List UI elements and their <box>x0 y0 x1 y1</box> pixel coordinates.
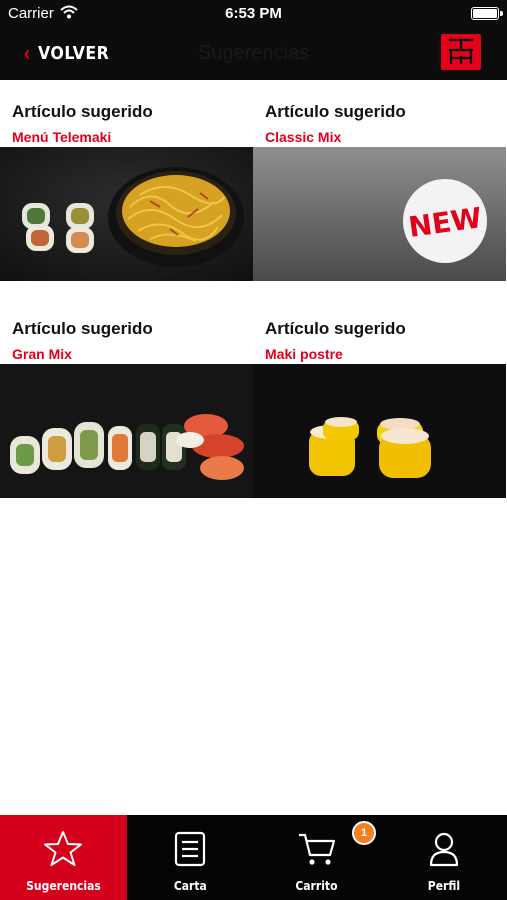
tab-label: Carta <box>173 879 207 893</box>
star-icon <box>43 829 83 869</box>
menu-list-icon <box>170 829 210 869</box>
cart-icon <box>297 829 337 869</box>
tab-label: Perfil <box>427 879 460 893</box>
card-product-name: Menú Telemaki <box>12 129 112 145</box>
telemaki-logo-icon[interactable] <box>439 32 483 72</box>
suggestion-card-classic-mix[interactable]: Artículo sugerido Classic Mix NEW <box>253 80 506 283</box>
product-image-sushi-assortment <box>0 364 253 498</box>
card-header: Artículo sugerido <box>12 319 153 338</box>
product-image-new-placeholder: NEW <box>253 147 506 281</box>
card-product-name: Gran Mix <box>12 346 72 362</box>
user-icon <box>424 829 464 869</box>
page-title: Sugerencias <box>197 42 310 64</box>
card-header: Artículo sugerido <box>265 102 406 121</box>
status-time: 6:53 PM <box>225 5 282 22</box>
battery-icon <box>471 7 503 20</box>
tab-carta[interactable]: Carta <box>127 815 254 900</box>
suggestion-card-menu-telemaki[interactable]: Artículo sugerido Menú Telemaki <box>0 80 253 283</box>
card-header: Artículo sugerido <box>265 319 406 338</box>
tab-label: Carrito <box>295 879 338 893</box>
tab-label: Sugerencias <box>26 879 101 893</box>
status-bar: Carrier 6:53 PM <box>0 0 507 28</box>
product-image-maki-and-noodles <box>0 147 253 281</box>
cart-count-badge: 1 <box>352 821 376 845</box>
suggestion-card-gran-mix[interactable]: Artículo sugerido Gran Mix <box>0 297 253 500</box>
tab-sugerencias[interactable]: Sugerencias <box>0 815 127 900</box>
logo-glyph <box>449 38 473 64</box>
card-header: Artículo sugerido <box>12 102 153 121</box>
card-product-name: Classic Mix <box>265 129 342 145</box>
product-image-mango-maki <box>253 364 506 498</box>
suggestion-card-maki-postre[interactable]: Artículo sugerido Maki postre <box>253 297 506 500</box>
card-product-name: Maki postre <box>265 346 343 362</box>
tab-perfil[interactable]: Perfil <box>380 815 507 900</box>
tab-bar: Sugerencias Carta Carrito Perfil 1 <box>0 815 507 900</box>
